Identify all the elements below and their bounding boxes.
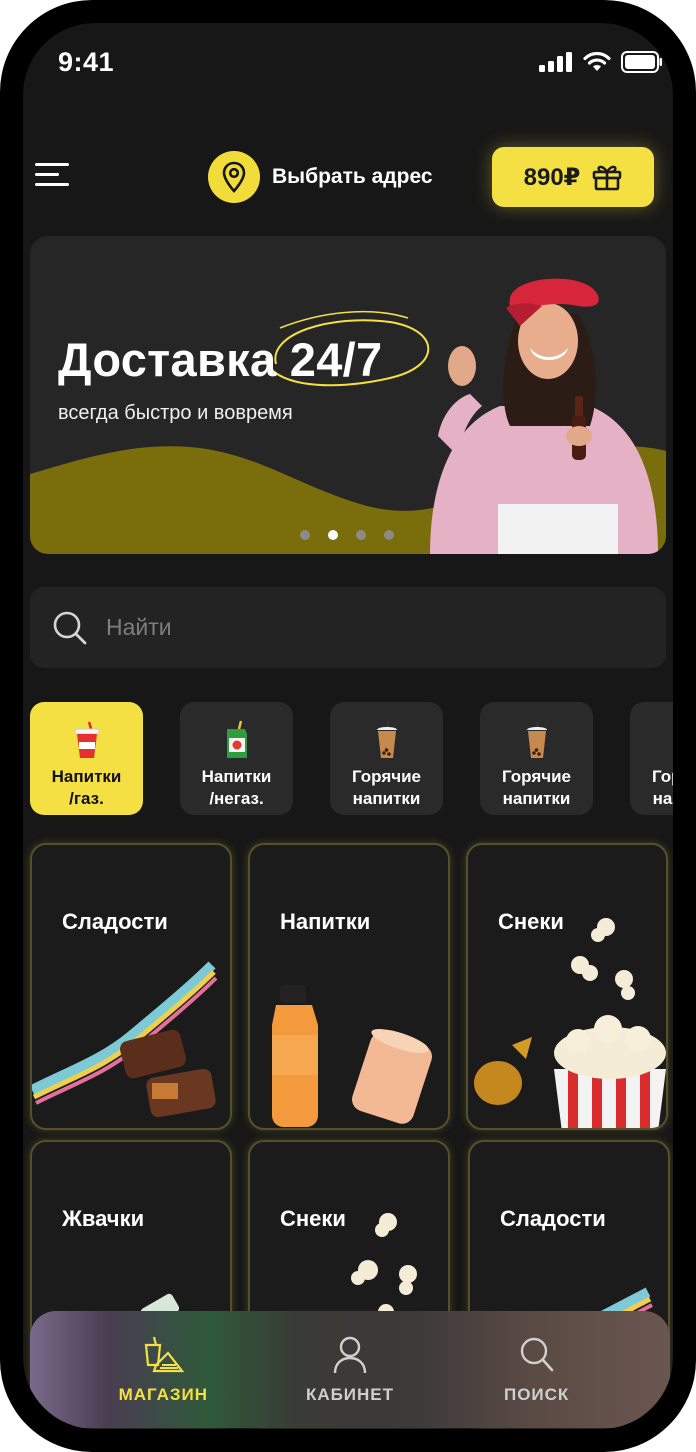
- product-tile-snacks[interactable]: Снеки: [466, 843, 668, 1130]
- status-time: 9:41: [58, 47, 115, 77]
- tab-shop[interactable]: МАГАЗИН: [88, 1335, 238, 1405]
- tab-account[interactable]: КАБИНЕТ: [275, 1335, 425, 1405]
- category-label: Напитки /негаз.: [201, 767, 272, 808]
- category-label: Горячие напитки: [651, 767, 673, 808]
- category-label: Напитки /газ.: [51, 767, 122, 808]
- address-label: Выбрать адрес: [272, 165, 433, 188]
- category-chip-still-drinks[interactable]: Напитки /негаз.: [180, 702, 293, 815]
- battery-icon: [621, 51, 662, 73]
- banner-wave: [30, 278, 666, 554]
- address-selector[interactable]: Выбрать адрес: [208, 151, 433, 203]
- gift-icon: [593, 165, 622, 191]
- search-bar[interactable]: [30, 587, 666, 668]
- tab-shop-label: МАГАЗИН: [118, 1384, 209, 1404]
- bonus-button[interactable]: 890₽: [492, 147, 654, 207]
- location-pin-icon: [208, 151, 260, 203]
- pagination-dot-active[interactable]: [328, 530, 338, 540]
- product-tile-title: Сладости: [62, 909, 168, 934]
- bubble-tea-icon: [673, 718, 674, 760]
- category-label: Горячие напитки: [501, 767, 572, 808]
- banner-subtitle: всегда быстро и вовремя: [58, 402, 293, 424]
- product-tile-title: Жвачки: [62, 1206, 145, 1231]
- pagination-dot[interactable]: [300, 530, 310, 540]
- product-tile-title: Снеки: [498, 909, 564, 934]
- bonus-amount: 890₽: [523, 163, 581, 191]
- promo-banner[interactable]: Доставка 24/7 всегда быстро и вовремя: [30, 236, 666, 554]
- pagination-dot[interactable]: [384, 530, 394, 540]
- category-label: Горячие напитки: [351, 767, 422, 808]
- bubble-tea-icon: [373, 718, 401, 760]
- product-tile-drinks[interactable]: Напитки: [248, 843, 450, 1130]
- banner-pagination: [300, 530, 394, 540]
- juice-box-icon: [223, 718, 251, 760]
- search-input[interactable]: [106, 614, 586, 641]
- product-tile-title: Сладости: [500, 1206, 606, 1231]
- pagination-dot[interactable]: [356, 530, 366, 540]
- user-icon: [333, 1336, 367, 1373]
- product-tile-sweets[interactable]: Сладости: [30, 843, 232, 1130]
- bottom-tab-bar: МАГАЗИН КАБИНЕТ ПОИСК: [30, 1311, 670, 1428]
- soda-cup-icon: [72, 718, 102, 760]
- product-tile-title: Напитки: [280, 909, 371, 934]
- app-screen: 9:41 Выбрать адрес 890₽ Доставка 24/7 вс…: [23, 23, 673, 1429]
- phone-frame: 9:41 Выбрать адрес 890₽ Доставка 24/7 вс…: [0, 0, 696, 1452]
- tab-account-label: КАБИНЕТ: [305, 1384, 395, 1404]
- signal-icon: [539, 52, 572, 72]
- woman-with-drink-illustration: [430, 278, 658, 554]
- bubble-tea-icon: [523, 718, 551, 760]
- popcorn-illustration: [474, 918, 666, 1128]
- tab-search[interactable]: ПОИСК: [462, 1335, 612, 1405]
- wifi-icon: [583, 52, 611, 71]
- banner-title: Доставка 24/7: [58, 333, 383, 386]
- category-chip-hot-drinks[interactable]: Горячие напитки: [330, 702, 443, 815]
- candy-bar-illustration: [32, 961, 218, 1118]
- menu-button[interactable]: [35, 163, 71, 189]
- category-chip-soda[interactable]: Напитки /газ.: [30, 702, 143, 815]
- product-tile-title: Снеки: [280, 1206, 346, 1231]
- status-icons: [539, 51, 663, 73]
- search-icon: [520, 1337, 553, 1371]
- category-chip-hot-drinks[interactable]: Горячие напитки: [480, 702, 593, 815]
- category-chips: Напитки /газ. Напитки /негаз. Горячие на…: [30, 702, 673, 815]
- tab-search-label: ПОИСК: [503, 1384, 570, 1404]
- category-chip-hot-drinks[interactable]: Горячие напитки: [630, 702, 673, 815]
- shop-basket-icon: [145, 1336, 185, 1372]
- search-icon: [53, 611, 87, 644]
- bottle-and-can-illustration: [272, 985, 432, 1127]
